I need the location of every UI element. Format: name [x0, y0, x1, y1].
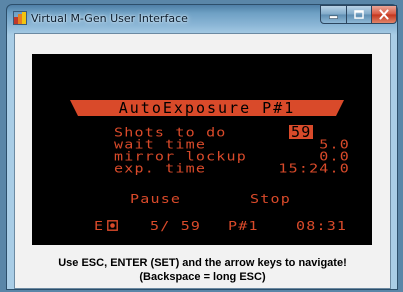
shots-to-do-value[interactable]: 59	[289, 125, 314, 140]
instructions-line-2: (Backspace = long ESC)	[139, 271, 266, 283]
pause-button[interactable]: Pause	[130, 192, 181, 206]
close-icon	[379, 9, 389, 20]
stop-button[interactable]: Stop	[250, 192, 291, 206]
status-mode: E	[94, 219, 105, 234]
close-button[interactable]	[371, 5, 397, 24]
title-bar[interactable]: Virtual M-Gen User Interface	[7, 5, 397, 33]
minimize-button[interactable]	[320, 5, 347, 24]
maximize-button[interactable]	[346, 5, 372, 24]
exp-time-label: exp. time	[114, 161, 207, 176]
window-title: Virtual M-Gen User Interface	[31, 12, 188, 25]
app-window: Virtual M-Gen User Interface AutoExposur…	[6, 4, 398, 290]
instructions-line-1: Use ESC, ENTER (SET) and the arrow keys …	[58, 257, 347, 269]
lcd-title: AutoExposure P#1	[118, 99, 296, 117]
exp-time-value[interactable]: 15:24.0	[266, 163, 350, 175]
app-icon	[13, 11, 27, 25]
client-area: AutoExposure P#1 Shots to do 59 wait tim…	[14, 33, 391, 289]
minimize-icon	[329, 15, 338, 19]
record-icon	[107, 220, 118, 231]
maximize-icon	[354, 10, 364, 19]
status-progress: 5/ 59	[150, 219, 202, 234]
instructions: Use ESC, ENTER (SET) and the arrow keys …	[15, 256, 390, 284]
status-program: P#1	[228, 219, 259, 234]
lcd-screen[interactable]: AutoExposure P#1 Shots to do 59 wait tim…	[32, 54, 372, 245]
status-clock: 08:31	[296, 219, 348, 234]
